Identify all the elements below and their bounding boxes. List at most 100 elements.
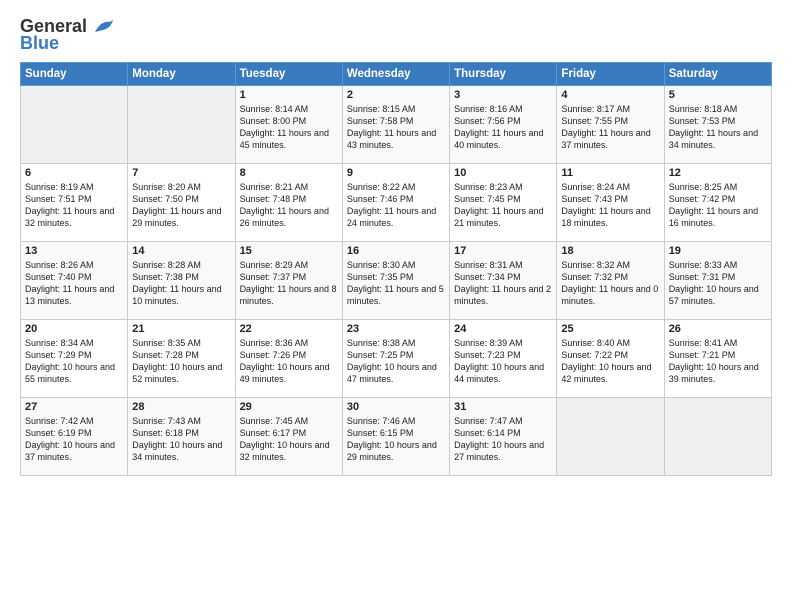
calendar-cell xyxy=(21,86,128,164)
day-number: 1 xyxy=(240,89,338,101)
calendar-cell: 24 Sunrise: 8:39 AMSunset: 7:23 PMDayligh… xyxy=(450,320,557,398)
day-number: 29 xyxy=(240,401,338,413)
calendar-table: SundayMondayTuesdayWednesdayThursdayFrid… xyxy=(20,62,772,476)
cell-details: Sunrise: 7:43 AMSunset: 6:18 PMDaylight:… xyxy=(132,415,230,464)
cell-details: Sunrise: 8:38 AMSunset: 7:25 PMDaylight:… xyxy=(347,337,445,386)
calendar-week-row: 6 Sunrise: 8:19 AMSunset: 7:51 PMDaylight… xyxy=(21,164,772,242)
calendar-week-row: 20 Sunrise: 8:34 AMSunset: 7:29 PMDayligh… xyxy=(21,320,772,398)
calendar-cell: 19 Sunrise: 8:33 AMSunset: 7:31 PMDayligh… xyxy=(664,242,771,320)
cell-details: Sunrise: 8:17 AMSunset: 7:55 PMDaylight:… xyxy=(561,103,659,152)
cell-details: Sunrise: 8:21 AMSunset: 7:48 PMDaylight:… xyxy=(240,181,338,230)
day-number: 26 xyxy=(669,323,767,335)
day-number: 2 xyxy=(347,89,445,101)
calendar-cell: 15Sunrise: 8:29 AMSunset: 7:37 PMDayligh… xyxy=(235,242,342,320)
calendar-cell: 17 Sunrise: 8:31 AMSunset: 7:34 PMDayligh… xyxy=(450,242,557,320)
calendar-cell: 7 Sunrise: 8:20 AMSunset: 7:50 PMDaylight… xyxy=(128,164,235,242)
cell-details: Sunrise: 7:46 AMSunset: 6:15 PMDaylight:… xyxy=(347,415,445,464)
day-number: 19 xyxy=(669,245,767,257)
day-number: 9 xyxy=(347,167,445,179)
day-number: 24 xyxy=(454,323,552,335)
cell-details: Sunrise: 8:19 AMSunset: 7:51 PMDaylight:… xyxy=(25,181,123,230)
day-number: 6 xyxy=(25,167,123,179)
calendar-cell: 31 Sunrise: 7:47 AMSunset: 6:14 PMDayligh… xyxy=(450,398,557,476)
cell-details: Sunrise: 7:47 AMSunset: 6:14 PMDaylight:… xyxy=(454,415,552,464)
day-number: 18 xyxy=(561,245,659,257)
calendar-week-row: 1 Sunrise: 8:14 AMSunset: 8:00 PMDaylight… xyxy=(21,86,772,164)
cell-details: Sunrise: 8:20 AMSunset: 7:50 PMDaylight:… xyxy=(132,181,230,230)
calendar-cell: 23 Sunrise: 8:38 AMSunset: 7:25 PMDayligh… xyxy=(342,320,449,398)
weekday-header-thursday: Thursday xyxy=(450,63,557,86)
day-number: 16 xyxy=(347,245,445,257)
cell-details: Sunrise: 8:29 AMSunset: 7:37 PMDaylight:… xyxy=(240,259,338,308)
day-number: 13 xyxy=(25,245,123,257)
day-number: 7 xyxy=(132,167,230,179)
cell-details: Sunrise: 8:15 AMSunset: 7:58 PMDaylight:… xyxy=(347,103,445,152)
cell-details: Sunrise: 8:25 AMSunset: 7:42 PMDaylight:… xyxy=(669,181,767,230)
day-number: 23 xyxy=(347,323,445,335)
day-number: 22 xyxy=(240,323,338,335)
calendar-cell: 10 Sunrise: 8:23 AMSunset: 7:45 PMDayligh… xyxy=(450,164,557,242)
day-number: 27 xyxy=(25,401,123,413)
calendar-week-row: 13 Sunrise: 8:26 AMSunset: 7:40 PMDayligh… xyxy=(21,242,772,320)
weekday-header-wednesday: Wednesday xyxy=(342,63,449,86)
calendar-cell: 3Sunrise: 8:16 AMSunset: 7:56 PMDaylight… xyxy=(450,86,557,164)
cell-details: Sunrise: 7:42 AMSunset: 6:19 PMDaylight:… xyxy=(25,415,123,464)
cell-details: Sunrise: 8:36 AMSunset: 7:26 PMDaylight:… xyxy=(240,337,338,386)
cell-details: Sunrise: 8:26 AMSunset: 7:40 PMDaylight:… xyxy=(25,259,123,308)
weekday-header-sunday: Sunday xyxy=(21,63,128,86)
calendar-cell xyxy=(128,86,235,164)
day-number: 5 xyxy=(669,89,767,101)
calendar-cell xyxy=(664,398,771,476)
calendar-cell: 28Sunrise: 7:43 AMSunset: 6:18 PMDayligh… xyxy=(128,398,235,476)
cell-details: Sunrise: 8:22 AMSunset: 7:46 PMDaylight:… xyxy=(347,181,445,230)
day-number: 30 xyxy=(347,401,445,413)
cell-details: Sunrise: 8:23 AMSunset: 7:45 PMDaylight:… xyxy=(454,181,552,230)
day-number: 17 xyxy=(454,245,552,257)
cell-details: Sunrise: 8:34 AMSunset: 7:29 PMDaylight:… xyxy=(25,337,123,386)
day-number: 10 xyxy=(454,167,552,179)
calendar-cell: 18 Sunrise: 8:32 AMSunset: 7:32 PMDayligh… xyxy=(557,242,664,320)
cell-details: Sunrise: 7:45 AMSunset: 6:17 PMDaylight:… xyxy=(240,415,338,464)
cell-details: Sunrise: 8:24 AMSunset: 7:43 PMDaylight:… xyxy=(561,181,659,230)
calendar-cell: 29 Sunrise: 7:45 AMSunset: 6:17 PMDayligh… xyxy=(235,398,342,476)
cell-details: Sunrise: 8:14 AMSunset: 8:00 PMDaylight:… xyxy=(240,103,338,152)
calendar-cell: 9 Sunrise: 8:22 AMSunset: 7:46 PMDaylight… xyxy=(342,164,449,242)
logo-blue-text: Blue xyxy=(20,33,59,54)
weekday-header-saturday: Saturday xyxy=(664,63,771,86)
calendar-cell: 26Sunrise: 8:41 AMSunset: 7:21 PMDayligh… xyxy=(664,320,771,398)
calendar-cell: 11 Sunrise: 8:24 AMSunset: 7:43 PMDayligh… xyxy=(557,164,664,242)
page: General Blue SundayMondayTuesdayWednesda… xyxy=(0,0,792,486)
calendar-cell: 16 Sunrise: 8:30 AMSunset: 7:35 PMDayligh… xyxy=(342,242,449,320)
calendar-cell: 12 Sunrise: 8:25 AMSunset: 7:42 PMDayligh… xyxy=(664,164,771,242)
cell-details: Sunrise: 8:33 AMSunset: 7:31 PMDaylight:… xyxy=(669,259,767,308)
calendar-cell: 27 Sunrise: 7:42 AMSunset: 6:19 PMDayligh… xyxy=(21,398,128,476)
logo-bird-icon xyxy=(93,18,115,36)
calendar-cell: 8Sunrise: 8:21 AMSunset: 7:48 PMDaylight… xyxy=(235,164,342,242)
weekday-header-monday: Monday xyxy=(128,63,235,86)
weekday-header-tuesday: Tuesday xyxy=(235,63,342,86)
cell-details: Sunrise: 8:39 AMSunset: 7:23 PMDaylight:… xyxy=(454,337,552,386)
calendar-cell: 25 Sunrise: 8:40 AMSunset: 7:22 PMDayligh… xyxy=(557,320,664,398)
calendar-cell: 21Sunrise: 8:35 AMSunset: 7:28 PMDayligh… xyxy=(128,320,235,398)
cell-details: Sunrise: 8:16 AMSunset: 7:56 PMDaylight:… xyxy=(454,103,552,152)
day-number: 11 xyxy=(561,167,659,179)
cell-details: Sunrise: 8:40 AMSunset: 7:22 PMDaylight:… xyxy=(561,337,659,386)
day-number: 12 xyxy=(669,167,767,179)
calendar-cell: 22 Sunrise: 8:36 AMSunset: 7:26 PMDayligh… xyxy=(235,320,342,398)
calendar-cell: 5Sunrise: 8:18 AMSunset: 7:53 PMDaylight… xyxy=(664,86,771,164)
weekday-header-friday: Friday xyxy=(557,63,664,86)
day-number: 31 xyxy=(454,401,552,413)
cell-details: Sunrise: 8:32 AMSunset: 7:32 PMDaylight:… xyxy=(561,259,659,308)
cell-details: Sunrise: 8:30 AMSunset: 7:35 PMDaylight:… xyxy=(347,259,445,308)
weekday-header-row: SundayMondayTuesdayWednesdayThursdayFrid… xyxy=(21,63,772,86)
calendar-cell xyxy=(557,398,664,476)
calendar-cell: 20 Sunrise: 8:34 AMSunset: 7:29 PMDayligh… xyxy=(21,320,128,398)
logo: General Blue xyxy=(20,16,115,54)
header: General Blue xyxy=(20,16,772,54)
calendar-cell: 2 Sunrise: 8:15 AMSunset: 7:58 PMDaylight… xyxy=(342,86,449,164)
day-number: 25 xyxy=(561,323,659,335)
cell-details: Sunrise: 8:31 AMSunset: 7:34 PMDaylight:… xyxy=(454,259,552,308)
day-number: 20 xyxy=(25,323,123,335)
calendar-cell: 30 Sunrise: 7:46 AMSunset: 6:15 PMDayligh… xyxy=(342,398,449,476)
calendar-cell: 4Sunrise: 8:17 AMSunset: 7:55 PMDaylight… xyxy=(557,86,664,164)
